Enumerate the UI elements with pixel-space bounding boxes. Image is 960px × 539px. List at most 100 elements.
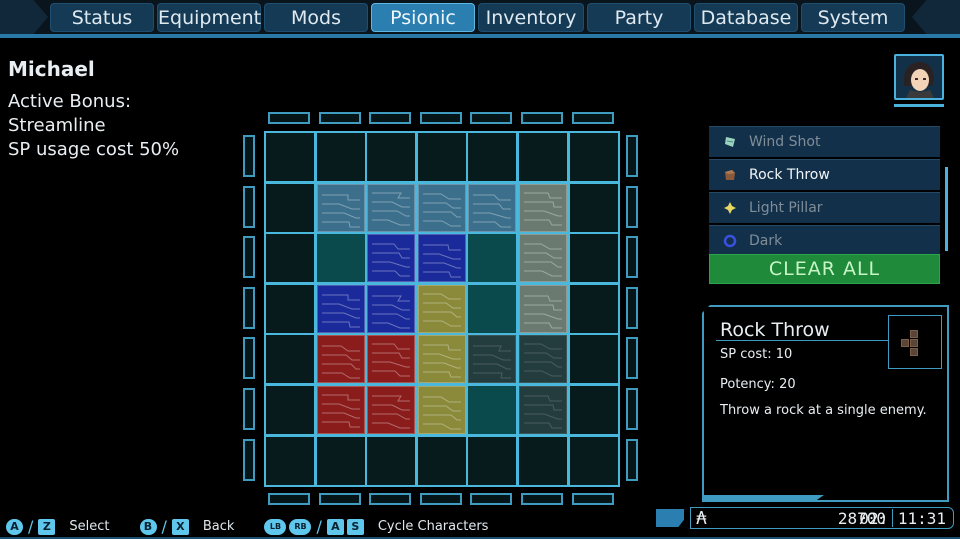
grid-cell[interactable]	[415, 434, 468, 487]
tab-database[interactable]: Database	[694, 3, 798, 32]
character-portrait[interactable]	[894, 54, 944, 100]
top-nav: Status Equipment Mods Psionic Inventory …	[0, 0, 960, 38]
grid-cell[interactable]	[517, 434, 569, 487]
active-bonus-label: Active Bonus:	[8, 91, 132, 112]
grid-cell[interactable]	[264, 282, 316, 335]
skill-list-scrollbar[interactable]	[945, 167, 948, 251]
tab-party[interactable]: Party	[587, 3, 691, 32]
circuit-pattern-icon	[372, 295, 411, 329]
tab-system[interactable]: System	[801, 3, 905, 32]
grid-cell[interactable]	[567, 282, 620, 335]
skill-item-light-pillar[interactable]: Light Pillar	[709, 192, 940, 223]
grid-cell[interactable]	[415, 131, 468, 183]
avatar	[896, 56, 942, 98]
placed-skill-piece[interactable]	[519, 284, 567, 333]
gamepad-rb-icon: RB	[289, 518, 312, 535]
skill-label: Light Pillar	[749, 200, 823, 216]
gamepad-a-button-icon: A	[6, 518, 23, 535]
placed-skill-piece[interactable]	[417, 234, 466, 283]
grid-edge-slot-bottom	[521, 493, 563, 505]
placed-skill-piece[interactable]	[367, 234, 416, 283]
key-x-icon: X	[171, 518, 189, 535]
grid-cell[interactable]	[264, 131, 316, 183]
grid-cell[interactable]	[567, 434, 620, 487]
grid-cell[interactable]	[466, 434, 519, 487]
tab-equipment[interactable]: Equipment	[157, 3, 261, 32]
grid-cell[interactable]	[264, 333, 316, 386]
placed-skill-piece[interactable]	[468, 335, 517, 384]
grid-cell[interactable]	[567, 131, 620, 183]
placed-skill-piece[interactable]	[468, 183, 517, 232]
skill-label: Rock Throw	[749, 167, 830, 183]
placed-skill-piece[interactable]	[316, 386, 365, 434]
grid-edge-slot-right	[626, 438, 638, 481]
tab-psionic[interactable]: Psionic	[371, 3, 475, 32]
placed-skill-piece[interactable]	[367, 335, 416, 384]
skill-item-rock-throw[interactable]: Rock Throw	[709, 159, 940, 190]
grid-cell[interactable]	[264, 384, 316, 436]
placed-skill-piece[interactable]	[367, 386, 416, 434]
circuit-pattern-icon	[524, 343, 562, 377]
grid-edge-slot-right	[626, 185, 638, 228]
grid-cell[interactable]	[466, 131, 519, 183]
placed-skill-piece[interactable]	[316, 335, 365, 384]
grid-cell[interactable]	[567, 232, 620, 285]
grid-cell[interactable]	[365, 131, 418, 183]
grid-edge-slot-right	[626, 135, 638, 177]
active-bonus: Active Bonus: Streamline SP usage cost 5…	[8, 90, 179, 162]
skill-item-dark[interactable]: Dark	[709, 225, 940, 256]
circuit-pattern-icon	[321, 294, 360, 328]
placed-skill-piece[interactable]	[519, 234, 567, 283]
placed-skill-piece[interactable]	[316, 284, 365, 333]
skill-label: Dark	[749, 233, 783, 249]
playtime-value: 02: 11:31	[859, 509, 946, 528]
grid-cell[interactable]	[264, 232, 316, 285]
placed-skill-piece[interactable]	[417, 284, 466, 333]
status-bar-tag	[656, 509, 684, 527]
detail-potency: Potency: 20	[720, 377, 796, 392]
circuit-pattern-icon	[524, 243, 562, 277]
grid-cell[interactable]	[567, 333, 620, 386]
placed-skill-piece[interactable]	[519, 386, 567, 434]
circuit-pattern-icon	[422, 396, 461, 430]
grid-cell[interactable]	[314, 434, 367, 487]
circuit-pattern-icon	[473, 194, 512, 228]
circuit-pattern-icon	[524, 395, 562, 429]
grid-edge-slot-right	[626, 236, 638, 279]
grid-edge-slot-top	[470, 112, 513, 124]
grid-cell[interactable]	[517, 131, 569, 183]
grid-edge-slot-bottom	[419, 493, 462, 505]
circuit-pattern-icon	[422, 193, 461, 227]
grid-cell[interactable]	[264, 181, 316, 234]
grid-cell[interactable]	[365, 434, 418, 487]
placed-skill-piece[interactable]	[367, 183, 416, 232]
slash-separator: /	[316, 517, 322, 536]
shape-square	[910, 330, 918, 338]
placed-skill-piece[interactable]	[519, 335, 567, 384]
nav-decoration-right	[912, 0, 960, 34]
placed-skill-piece[interactable]	[417, 183, 466, 232]
tab-inventory[interactable]: Inventory	[478, 3, 584, 32]
grid-cell[interactable]	[264, 434, 316, 487]
placed-skill-piece[interactable]	[417, 335, 466, 384]
grid-edge-slot-left	[243, 236, 255, 279]
grid-edge-slot-right	[626, 337, 638, 380]
skill-label: Wind Shot	[749, 134, 821, 150]
tab-mods[interactable]: Mods	[264, 3, 368, 32]
clear-all-button[interactable]: CLEAR ALL	[709, 254, 940, 284]
tab-status[interactable]: Status	[50, 3, 154, 32]
hint-select-label: Select	[69, 519, 110, 534]
placed-skill-piece[interactable]	[519, 183, 567, 232]
grid-cell[interactable]	[314, 131, 367, 183]
placed-skill-piece[interactable]	[367, 284, 416, 333]
slash-separator: /	[161, 517, 167, 536]
placed-skill-piece[interactable]	[417, 386, 466, 434]
grid-cell[interactable]	[567, 181, 620, 234]
grid-edge-slot-left	[243, 438, 255, 481]
detail-title: Rock Throw	[720, 319, 830, 341]
grid-cell[interactable]	[567, 384, 620, 436]
skill-item-wind-shot[interactable]: Wind Shot	[709, 126, 940, 157]
grid-edge-slot-left	[243, 135, 255, 177]
placed-skill-piece[interactable]	[316, 183, 365, 232]
circuit-pattern-icon	[372, 343, 411, 377]
